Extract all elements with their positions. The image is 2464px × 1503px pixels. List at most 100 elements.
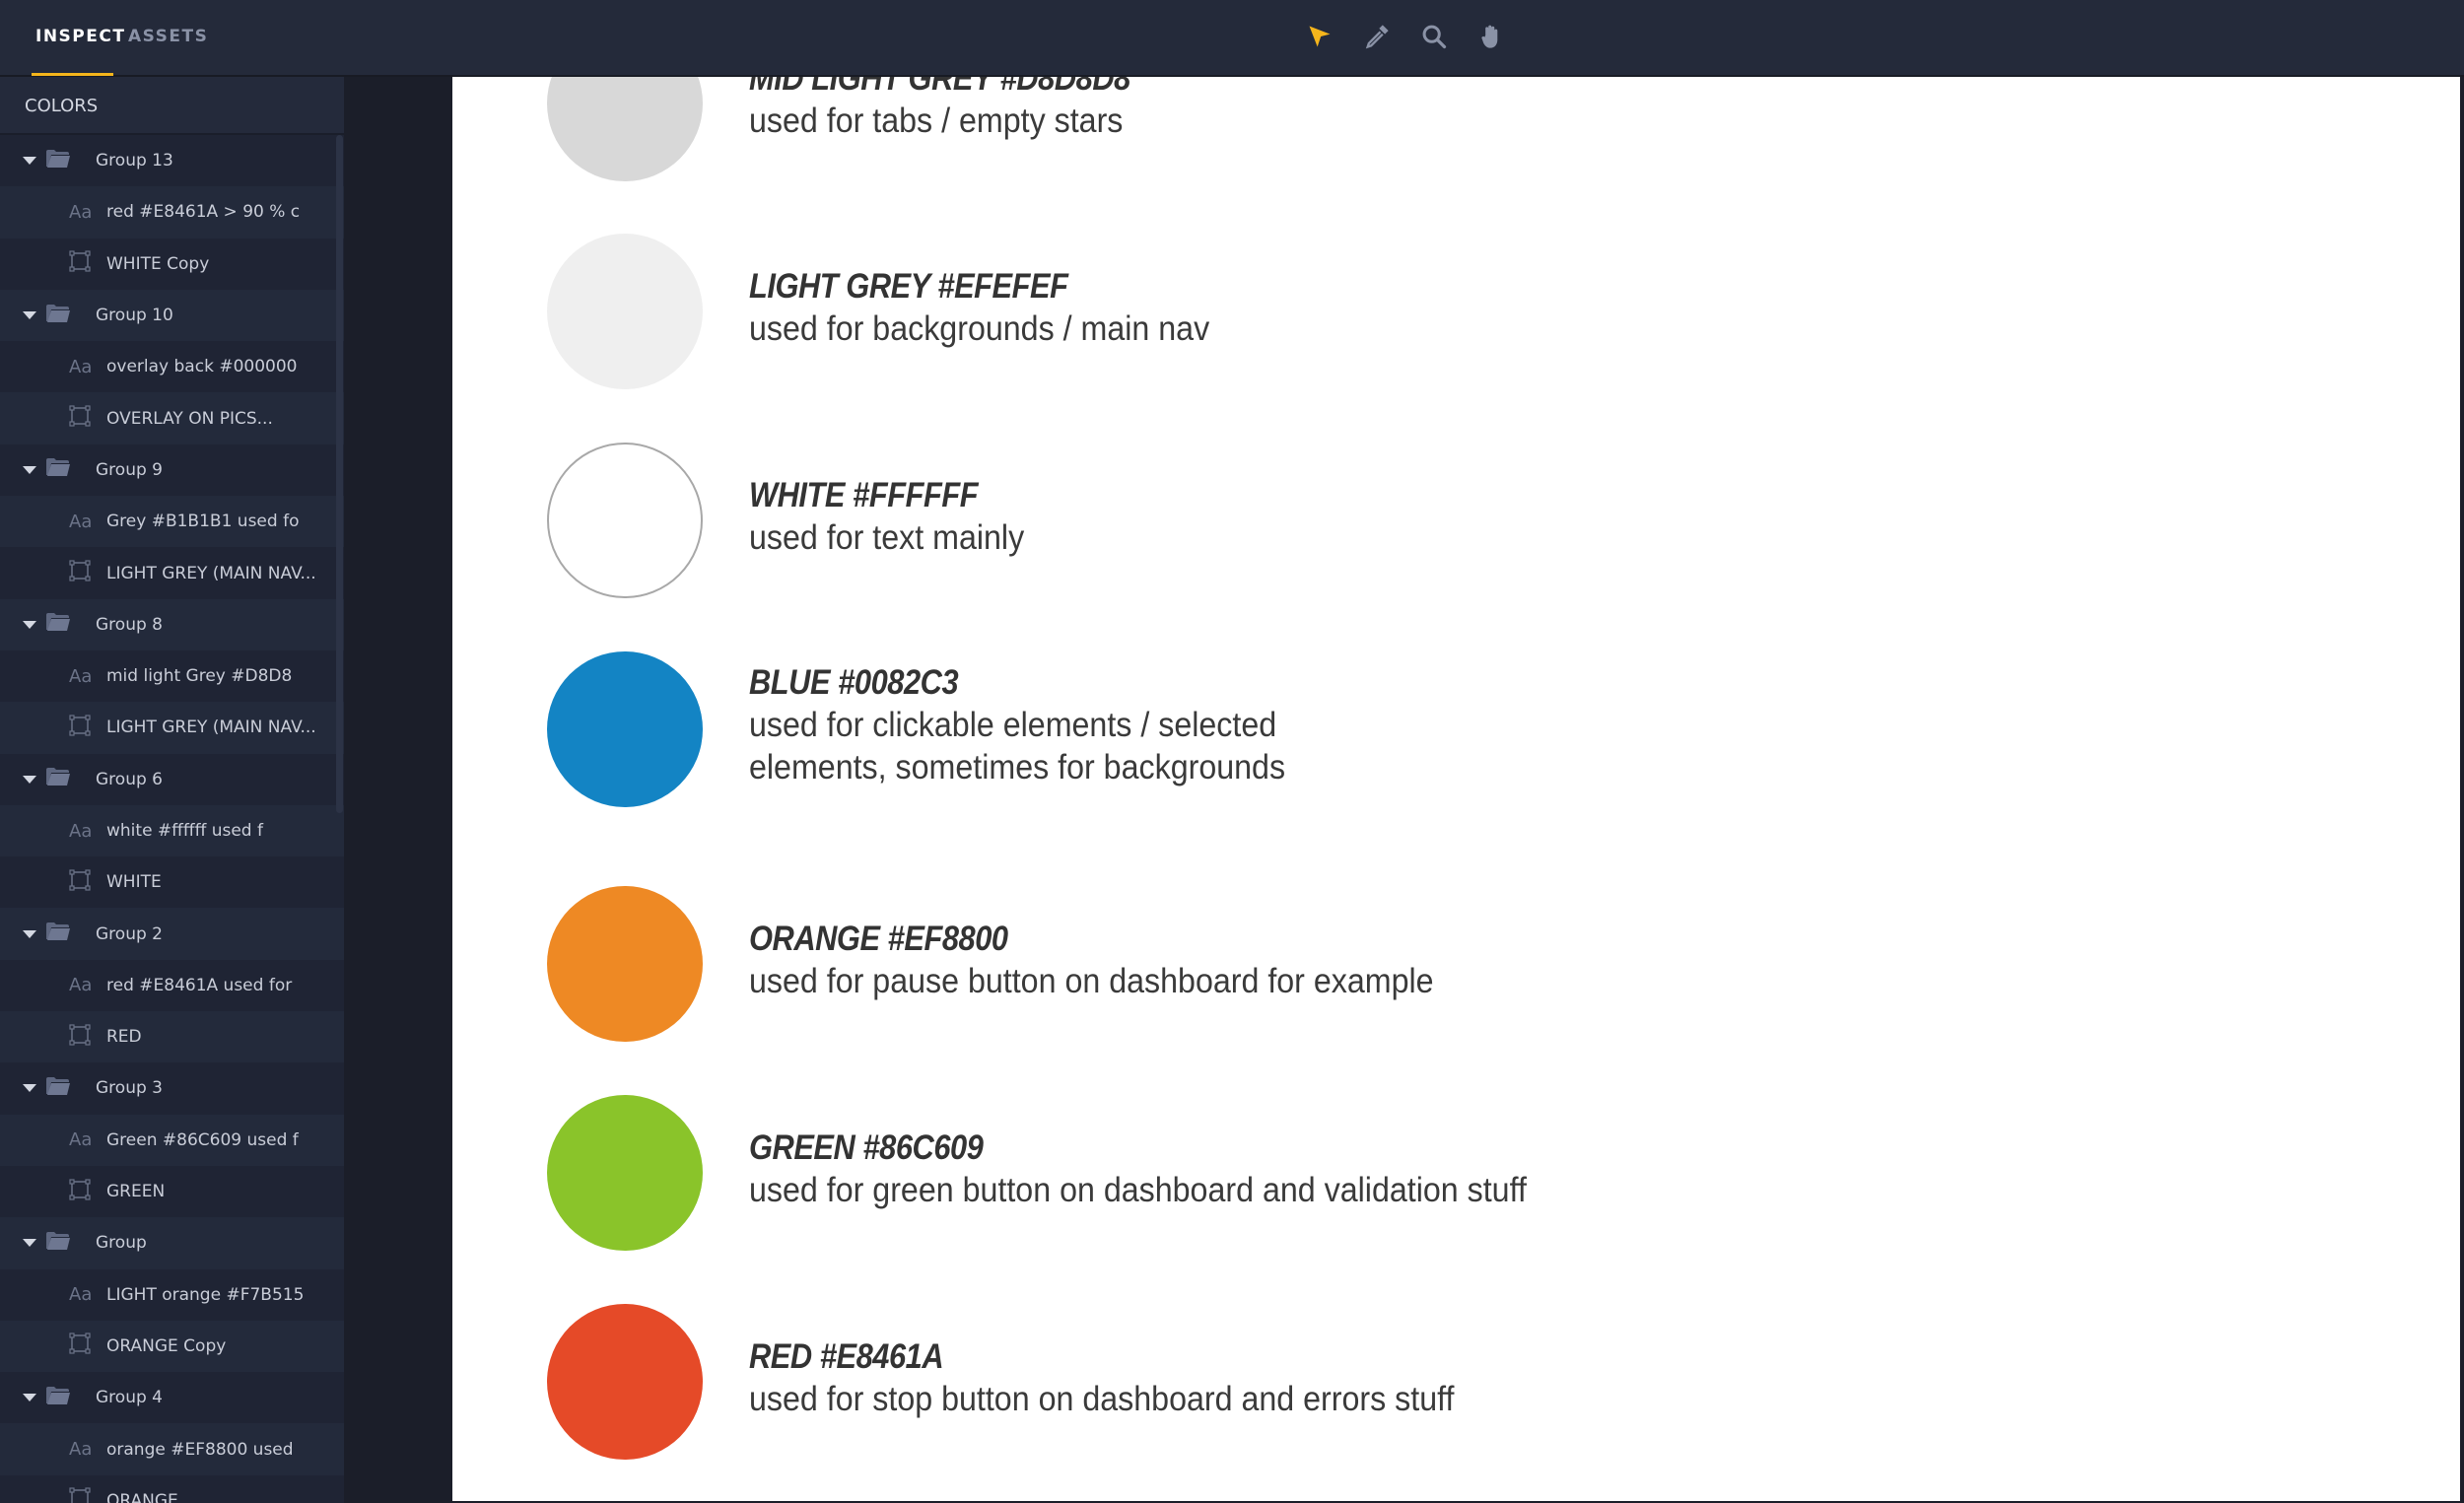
section-title-colors[interactable]: COLORS	[0, 77, 344, 135]
shape-layer-icon	[69, 1024, 106, 1051]
layer-group[interactable]: Group 3	[0, 1062, 344, 1115]
layer-text[interactable]: Aa LIGHT orange #F7B515	[0, 1268, 344, 1321]
color-circle[interactable]	[547, 886, 703, 1042]
layer-label: LIGHT GREY (MAIN NAV...	[106, 717, 316, 738]
eyedropper-tool-button[interactable]	[1358, 20, 1396, 57]
color-usage-description[interactable]: used for clickable elements / selected	[749, 704, 1285, 746]
shape-layer-icon	[69, 715, 106, 741]
text-layer-icon: Aa	[69, 665, 93, 687]
hand-tool-button[interactable]	[1472, 20, 1510, 57]
folder-icon	[45, 1231, 96, 1256]
caret-down-icon[interactable]	[23, 311, 36, 320]
layer-shape[interactable]: WHITE Copy	[0, 238, 344, 290]
layer-shape[interactable]: LIGHT GREY (MAIN NAV...	[0, 547, 344, 599]
text-layer-icon: Aa	[69, 1439, 93, 1461]
layer-text[interactable]: Aa red #E8461A used for	[0, 959, 344, 1012]
color-title[interactable]: RED #E8461A	[749, 1336, 1423, 1378]
layer-text[interactable]: Aa mid light Grey #D8D8	[0, 649, 344, 703]
layers-sidebar: COLORS Group 13 Aa red #E8461A > 90 % c WHI…	[0, 77, 344, 1503]
color-usage-description[interactable]: used for text mainly	[749, 516, 1024, 559]
zoom-tool-button[interactable]	[1415, 20, 1453, 57]
layer-shape[interactable]: WHITE	[0, 856, 344, 909]
caret-down-icon[interactable]	[23, 157, 36, 166]
select-tool-button[interactable]	[1301, 20, 1338, 57]
layer-group[interactable]: Group 13	[0, 135, 344, 187]
layer-label: RED	[106, 1027, 142, 1048]
color-title[interactable]: BLUE #0082C3	[749, 662, 1262, 704]
layer-label: OVERLAY ON PICS...	[106, 408, 273, 429]
folder-icon	[45, 922, 96, 946]
layer-label: Group 8	[96, 614, 163, 635]
color-circle[interactable]	[547, 234, 703, 389]
top-toolbar: INSPECT ASSETS	[0, 0, 2464, 77]
color-usage-description[interactable]: used for pause button on dashboard for e…	[749, 960, 1434, 1002]
layer-text[interactable]: Aa red #E8461A > 90 % c	[0, 186, 344, 239]
color-info: ORANGE #EF8800 used for pause button on d…	[749, 919, 1493, 1002]
folder-icon	[45, 304, 96, 328]
color-swatch-entry: ORANGE #EF8800 used for pause button on d…	[452, 865, 2460, 1062]
color-title[interactable]: MID LIGHT GREY #D8D8D8	[749, 77, 1130, 100]
layer-text[interactable]: Aa orange #EF8800 used	[0, 1423, 344, 1475]
color-title[interactable]: ORANGE #EF8800	[749, 919, 1403, 960]
layer-group[interactable]: Group 6	[0, 753, 344, 805]
layer-group[interactable]: Group 4	[0, 1372, 344, 1424]
color-title[interactable]: WHITE #FFFFFF	[749, 475, 1012, 516]
color-title[interactable]: GREEN #86C609	[749, 1127, 1493, 1169]
layer-label: ORANGE Copy	[106, 1335, 227, 1356]
layer-shape[interactable]: OVERLAY ON PICS...	[0, 392, 344, 444]
layer-group[interactable]: Group 8	[0, 598, 344, 650]
color-swatch-entry: MID LIGHT GREY #D8D8D8 used for tabs / em…	[452, 77, 2460, 202]
color-info: RED #E8461A used for stop button on dashb…	[749, 1336, 1516, 1420]
layer-text[interactable]: Aa Green #86C609 used f	[0, 1114, 344, 1166]
layer-text[interactable]: Aa overlay back #000000	[0, 341, 344, 393]
layer-group[interactable]: Group 2	[0, 908, 344, 960]
color-circle[interactable]	[547, 443, 703, 598]
layer-text[interactable]: Aa Grey #B1B1B1 used fo	[0, 496, 344, 548]
caret-down-icon[interactable]	[23, 929, 36, 938]
hand-icon	[1477, 23, 1505, 54]
layer-shape[interactable]: GREEN	[0, 1165, 344, 1218]
active-tab-indicator	[32, 73, 113, 76]
caret-down-icon[interactable]	[23, 1394, 36, 1402]
layer-text[interactable]: Aa white #ffffff used f	[0, 804, 344, 857]
color-info: WHITE #FFFFFF used for text mainly	[749, 475, 1048, 559]
color-circle[interactable]	[547, 1095, 703, 1251]
color-usage-description[interactable]: used for backgrounds / main nav	[749, 307, 1209, 350]
shape-layer-icon	[69, 1487, 106, 1503]
text-layer-icon: Aa	[69, 201, 93, 223]
folder-icon	[45, 612, 96, 637]
layer-group[interactable]: Group 9	[0, 444, 344, 497]
color-usage-description[interactable]: used for tabs / empty stars	[749, 100, 1147, 142]
color-circle[interactable]	[547, 1304, 703, 1460]
folder-icon	[45, 767, 96, 791]
caret-down-icon[interactable]	[23, 1084, 36, 1093]
shape-layer-icon	[69, 1178, 106, 1205]
layer-shape[interactable]: ORANGE Copy	[0, 1320, 344, 1373]
color-circle[interactable]	[547, 651, 703, 807]
tab-assets[interactable]: ASSETS	[128, 27, 208, 46]
color-info: GREEN #86C609 used for green button on da…	[749, 1127, 1594, 1211]
folder-icon	[45, 457, 96, 482]
caret-down-icon[interactable]	[23, 1239, 36, 1248]
layer-group[interactable]: Group 10	[0, 289, 344, 342]
caret-down-icon[interactable]	[23, 775, 36, 784]
color-circle[interactable]	[547, 77, 703, 181]
layer-label: orange #EF8800 used	[106, 1439, 294, 1460]
layer-group[interactable]: Group	[0, 1217, 344, 1269]
layer-label: Group 9	[96, 459, 163, 480]
layer-label: white #ffffff used f	[106, 821, 263, 841]
sidebar-scrollbar[interactable]	[336, 135, 343, 813]
color-usage-description[interactable]: elements, sometimes for backgrounds	[749, 746, 1285, 788]
layer-shape[interactable]: ORANGE	[0, 1474, 344, 1503]
caret-down-icon[interactable]	[23, 620, 36, 629]
layer-label: Green #86C609 used f	[106, 1129, 299, 1150]
layer-shape[interactable]: RED	[0, 1011, 344, 1063]
color-usage-description[interactable]: used for green button on dashboard and v…	[749, 1169, 1527, 1211]
layer-shape[interactable]: LIGHT GREY (MAIN NAV...	[0, 702, 344, 754]
color-title[interactable]: LIGHT GREY #EFEFEF	[749, 266, 1190, 307]
tool-group	[1301, 18, 1510, 59]
color-usage-description[interactable]: used for stop button on dashboard and er…	[749, 1378, 1454, 1420]
text-layer-icon: Aa	[69, 820, 93, 842]
tab-inspect[interactable]: INSPECT	[35, 27, 125, 46]
caret-down-icon[interactable]	[23, 465, 36, 474]
